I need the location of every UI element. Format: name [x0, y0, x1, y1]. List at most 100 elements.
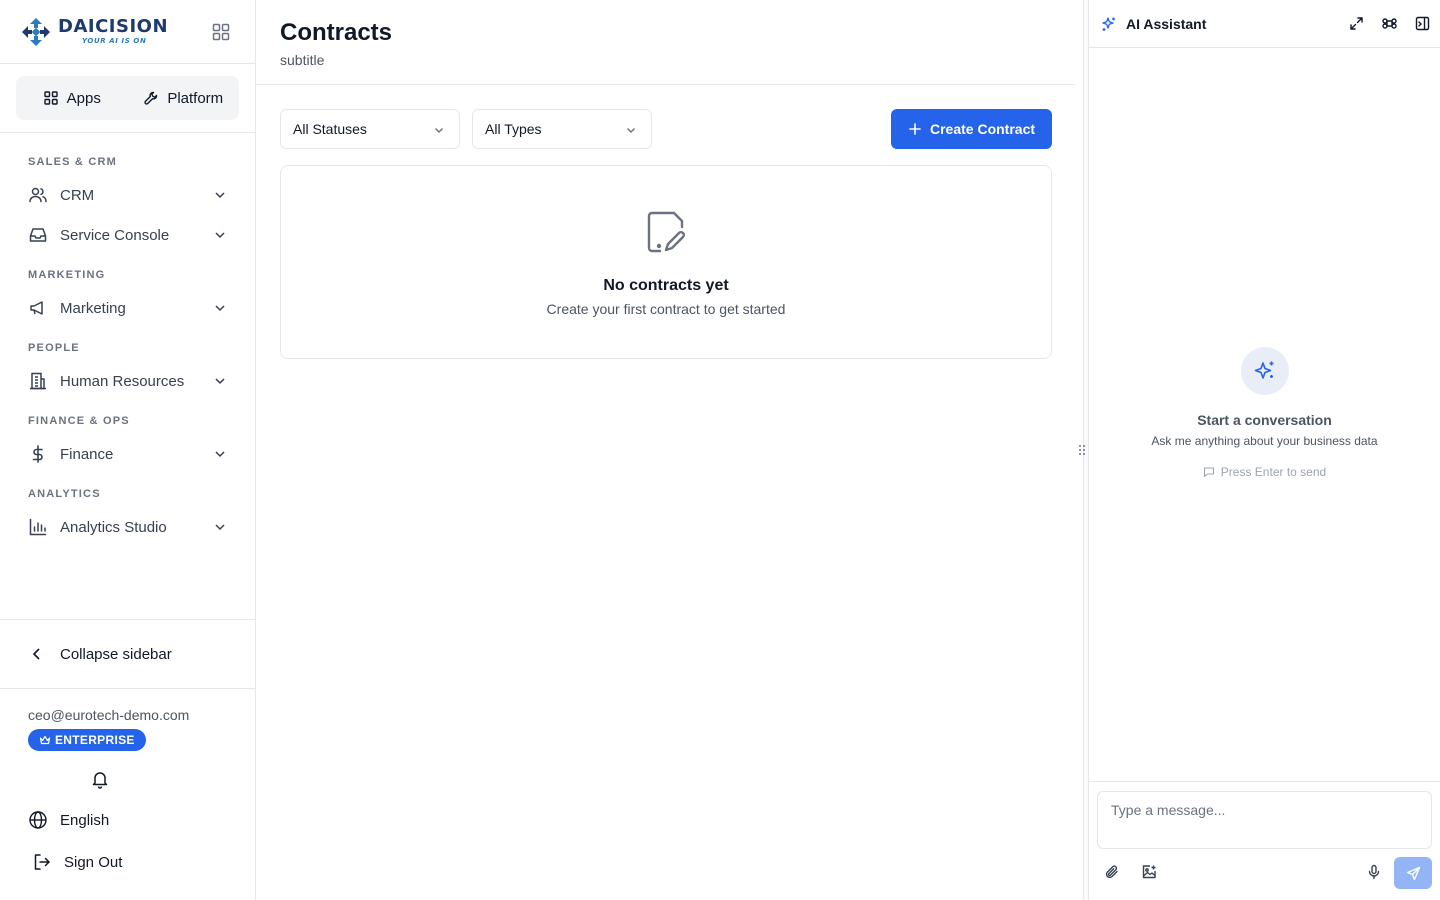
chevron-down-icon: [215, 451, 225, 458]
type-filter-value: All Types: [485, 121, 542, 137]
megaphone-icon: [30, 301, 43, 315]
nav-section-finance-ops: FINANCE & OPS: [28, 415, 130, 427]
platform-label: Platform: [167, 89, 224, 107]
users-icon: [29, 187, 47, 203]
sidebar-item-label: Human Resources: [60, 372, 185, 390]
type-filter-select[interactable]: All Types: [472, 109, 652, 149]
sidebar-item-finance[interactable]: Finance: [0, 434, 255, 474]
nav-section-marketing: MARKETING: [28, 269, 106, 281]
sidebar-item-analytics-studio[interactable]: Analytics Studio: [0, 507, 255, 547]
chevron-down-icon: [215, 232, 225, 239]
bar-chart-icon: [29, 518, 47, 536]
user-email: ceo@eurotech-demo.com: [28, 707, 190, 723]
brand-tagline: YOUR AI IS ON: [82, 37, 147, 45]
building-icon: [30, 372, 46, 390]
inbox-icon: [29, 228, 47, 242]
resize-grip-icon[interactable]: [1077, 443, 1087, 457]
sign-out-button[interactable]: Sign Out: [28, 841, 227, 883]
empty-state-title: No contracts yet: [603, 277, 729, 294]
ai-assistant-panel: AI Assistant Start a conversation Ask me…: [1089, 0, 1440, 900]
chevron-down-icon: [215, 192, 225, 199]
nav-section-people: PEOPLE: [28, 342, 80, 354]
assistant-empty-state: Start a conversation Ask me anything abo…: [1089, 347, 1440, 479]
app-root: DAICISION YOUR AI IS ON Apps Platform SA…: [0, 0, 1440, 900]
brand-logo-icon: [22, 17, 50, 46]
panel-toggle-icon[interactable]: [1415, 16, 1430, 31]
wrench-icon: [144, 91, 158, 105]
plus-icon: [909, 123, 921, 135]
sidebar-item-crm[interactable]: CRM: [0, 175, 255, 215]
file-signature-icon: [647, 211, 686, 253]
sidebar-item-label: Analytics Studio: [60, 518, 167, 536]
bell-icon[interactable]: [90, 769, 110, 789]
main-nav: SALES & CRM CRM Service Console MARKETIN…: [0, 133, 255, 547]
globe-icon: [29, 811, 47, 829]
app-grid-icon[interactable]: [211, 22, 231, 42]
filter-toolbar: All Statuses All Types Create Contract: [280, 109, 1052, 149]
assistant-hint-text: Press Enter to send: [1220, 465, 1327, 479]
sidebar-item-human-resources[interactable]: Human Resources: [0, 361, 255, 401]
create-contract-button[interactable]: Create Contract: [891, 109, 1052, 149]
assistant-composer: [1089, 781, 1440, 900]
nav-section-analytics: ANALYTICS: [28, 488, 101, 500]
crown-icon: [39, 735, 51, 745]
sidebar-footer: Collapse sidebar ceo@eurotech-demo.com E…: [0, 619, 255, 900]
workspace-switcher: Apps Platform: [16, 76, 239, 120]
empty-state-subtitle: Create your first contract to get starte…: [546, 301, 786, 317]
assistant-hint: Press Enter to send: [1089, 465, 1440, 479]
message-icon: [1203, 467, 1214, 478]
sign-out-label: Sign Out: [64, 853, 123, 871]
sidebar-item-label: Finance: [60, 445, 114, 463]
assistant-title: AI Assistant: [1126, 15, 1207, 32]
chevron-down-icon: [435, 128, 443, 133]
sidebar-item-marketing[interactable]: Marketing: [0, 288, 255, 328]
apps-button[interactable]: Apps: [16, 76, 128, 120]
plan-badge-label: ENTERPRISE: [55, 733, 135, 747]
assistant-avatar: [1240, 347, 1289, 395]
sign-out-icon: [34, 854, 50, 870]
message-input[interactable]: [1097, 791, 1432, 849]
collapse-sidebar-label: Collapse sidebar: [60, 645, 172, 663]
apps-label: Apps: [66, 89, 101, 107]
microphone-icon[interactable]: [1366, 864, 1382, 880]
empty-state-card: No contracts yet Create your first contr…: [280, 165, 1052, 359]
brand-wordmark: DAICISION YOUR AI IS ON: [58, 18, 168, 45]
assistant-header: AI Assistant: [1089, 0, 1440, 48]
paperclip-icon[interactable]: [1104, 864, 1120, 880]
expand-icon[interactable]: [1349, 16, 1364, 31]
command-icon[interactable]: [1382, 16, 1397, 31]
status-filter-select[interactable]: All Statuses: [280, 109, 460, 149]
assistant-empty-title: Start a conversation: [1197, 412, 1332, 428]
chevron-down-icon: [215, 305, 225, 312]
brand-name: DAICISION: [58, 16, 169, 37]
sidebar-item-label: Service Console: [60, 226, 170, 244]
assistant-empty-subtitle: Ask me anything about your business data: [1151, 434, 1378, 448]
sidebar-item-label: CRM: [60, 186, 95, 204]
create-contract-label: Create Contract: [929, 121, 1036, 137]
platform-button[interactable]: Platform: [128, 76, 240, 120]
logo-row: DAICISION YOUR AI IS ON: [0, 0, 255, 64]
send-button[interactable]: [1394, 857, 1432, 889]
status-filter-value: All Statuses: [293, 121, 367, 137]
collapse-sidebar-button[interactable]: Collapse sidebar: [0, 619, 255, 689]
sidebar-item-label: Marketing: [60, 299, 126, 317]
chevron-down-icon: [215, 378, 225, 385]
plan-badge: ENTERPRISE: [28, 729, 146, 751]
sparkles-icon: [1102, 16, 1115, 31]
sparkles-icon: [1254, 361, 1273, 379]
image-upload-icon[interactable]: [1141, 864, 1157, 880]
page-title: Contracts: [280, 19, 393, 46]
user-block: ceo@eurotech-demo.com ENTERPRISE English: [0, 689, 255, 900]
sidebar: DAICISION YOUR AI IS ON Apps Platform SA…: [0, 0, 256, 900]
language-selector[interactable]: English: [28, 799, 227, 841]
sidebar-item-service-console[interactable]: Service Console: [0, 215, 255, 255]
page-subtitle: subtitle: [280, 52, 325, 68]
workspace-switcher-wrap: Apps Platform: [0, 64, 255, 133]
send-icon: [1406, 866, 1420, 880]
page-header: Contracts subtitle: [256, 0, 1076, 85]
dollar-icon: [32, 445, 43, 463]
chevron-down-icon: [215, 524, 225, 531]
nav-section-sales-crm: SALES & CRM: [28, 156, 117, 168]
chevron-down-icon: [627, 128, 635, 133]
language-label: English: [60, 811, 110, 829]
